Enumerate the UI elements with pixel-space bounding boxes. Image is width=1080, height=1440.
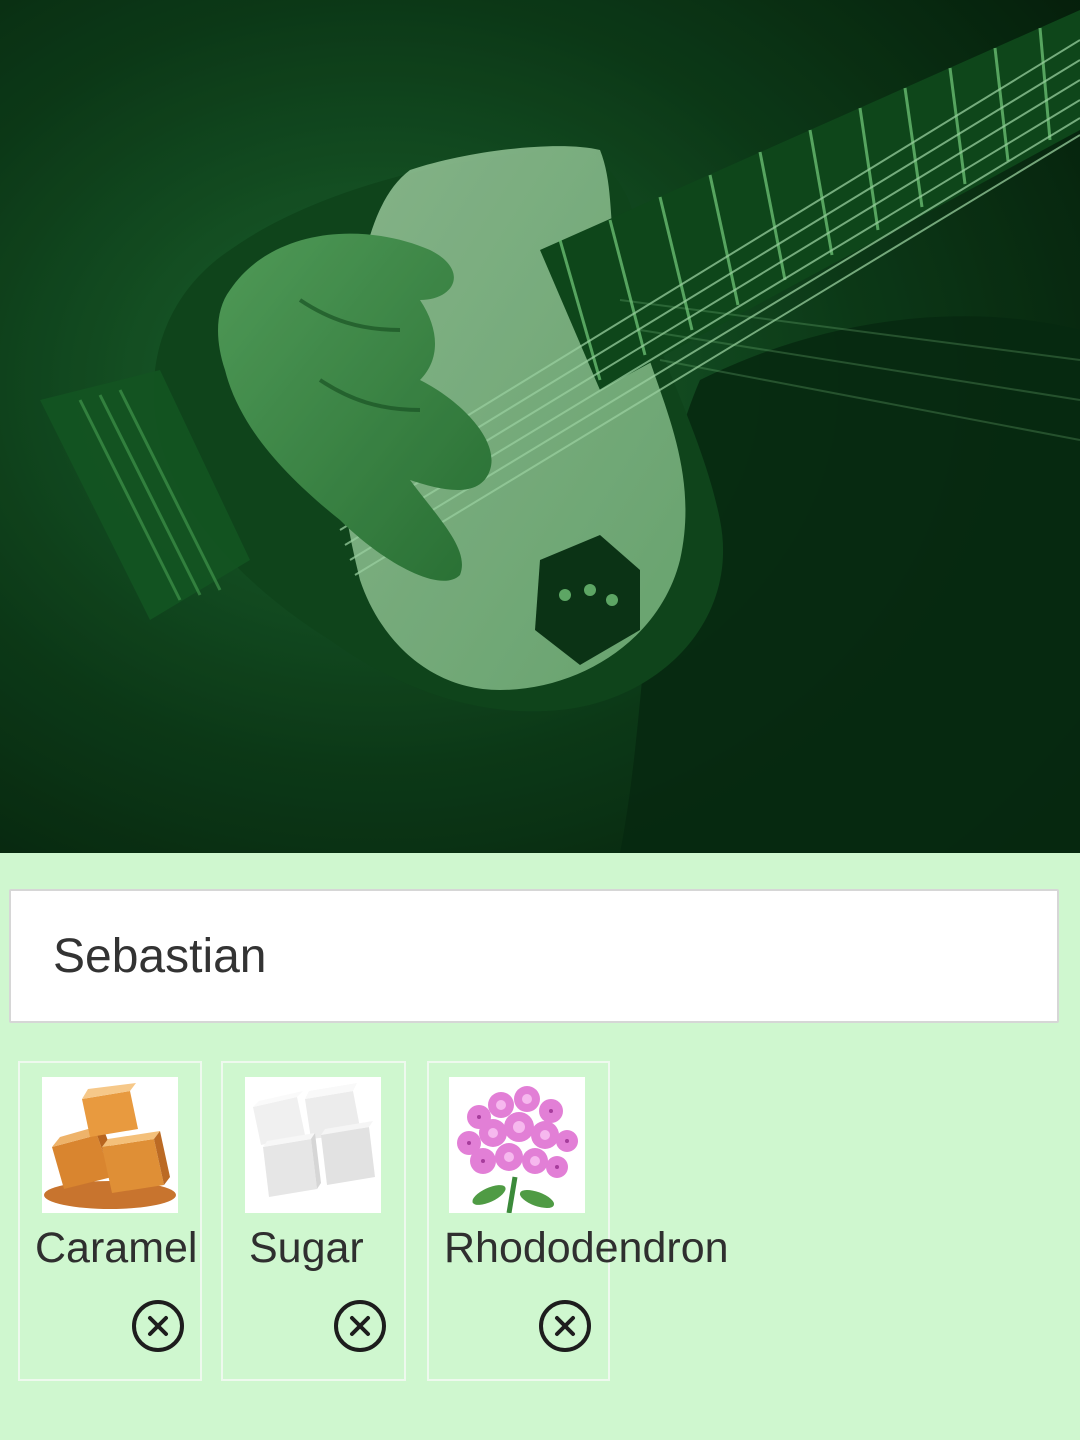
caramel-image	[42, 1077, 178, 1213]
remove-rhododendron-button[interactable]	[538, 1299, 592, 1353]
circle-x-icon	[334, 1300, 386, 1352]
ingredient-label-caramel: Caramel	[35, 1224, 198, 1272]
app-page: Caramel Sugar	[0, 0, 1080, 1440]
sugar-image	[245, 1077, 381, 1213]
rhododendron-image	[449, 1077, 585, 1214]
remove-sugar-button[interactable]	[333, 1299, 387, 1353]
name-input[interactable]	[9, 889, 1059, 1023]
guitar-photo	[0, 0, 1080, 853]
ingredient-label-sugar: Sugar	[249, 1224, 364, 1272]
circle-x-icon	[539, 1300, 591, 1352]
remove-caramel-button[interactable]	[131, 1299, 185, 1353]
hero-photo	[0, 0, 1080, 853]
ingredient-label-rhododendron: Rhododendron	[444, 1224, 729, 1272]
circle-x-icon	[132, 1300, 184, 1352]
